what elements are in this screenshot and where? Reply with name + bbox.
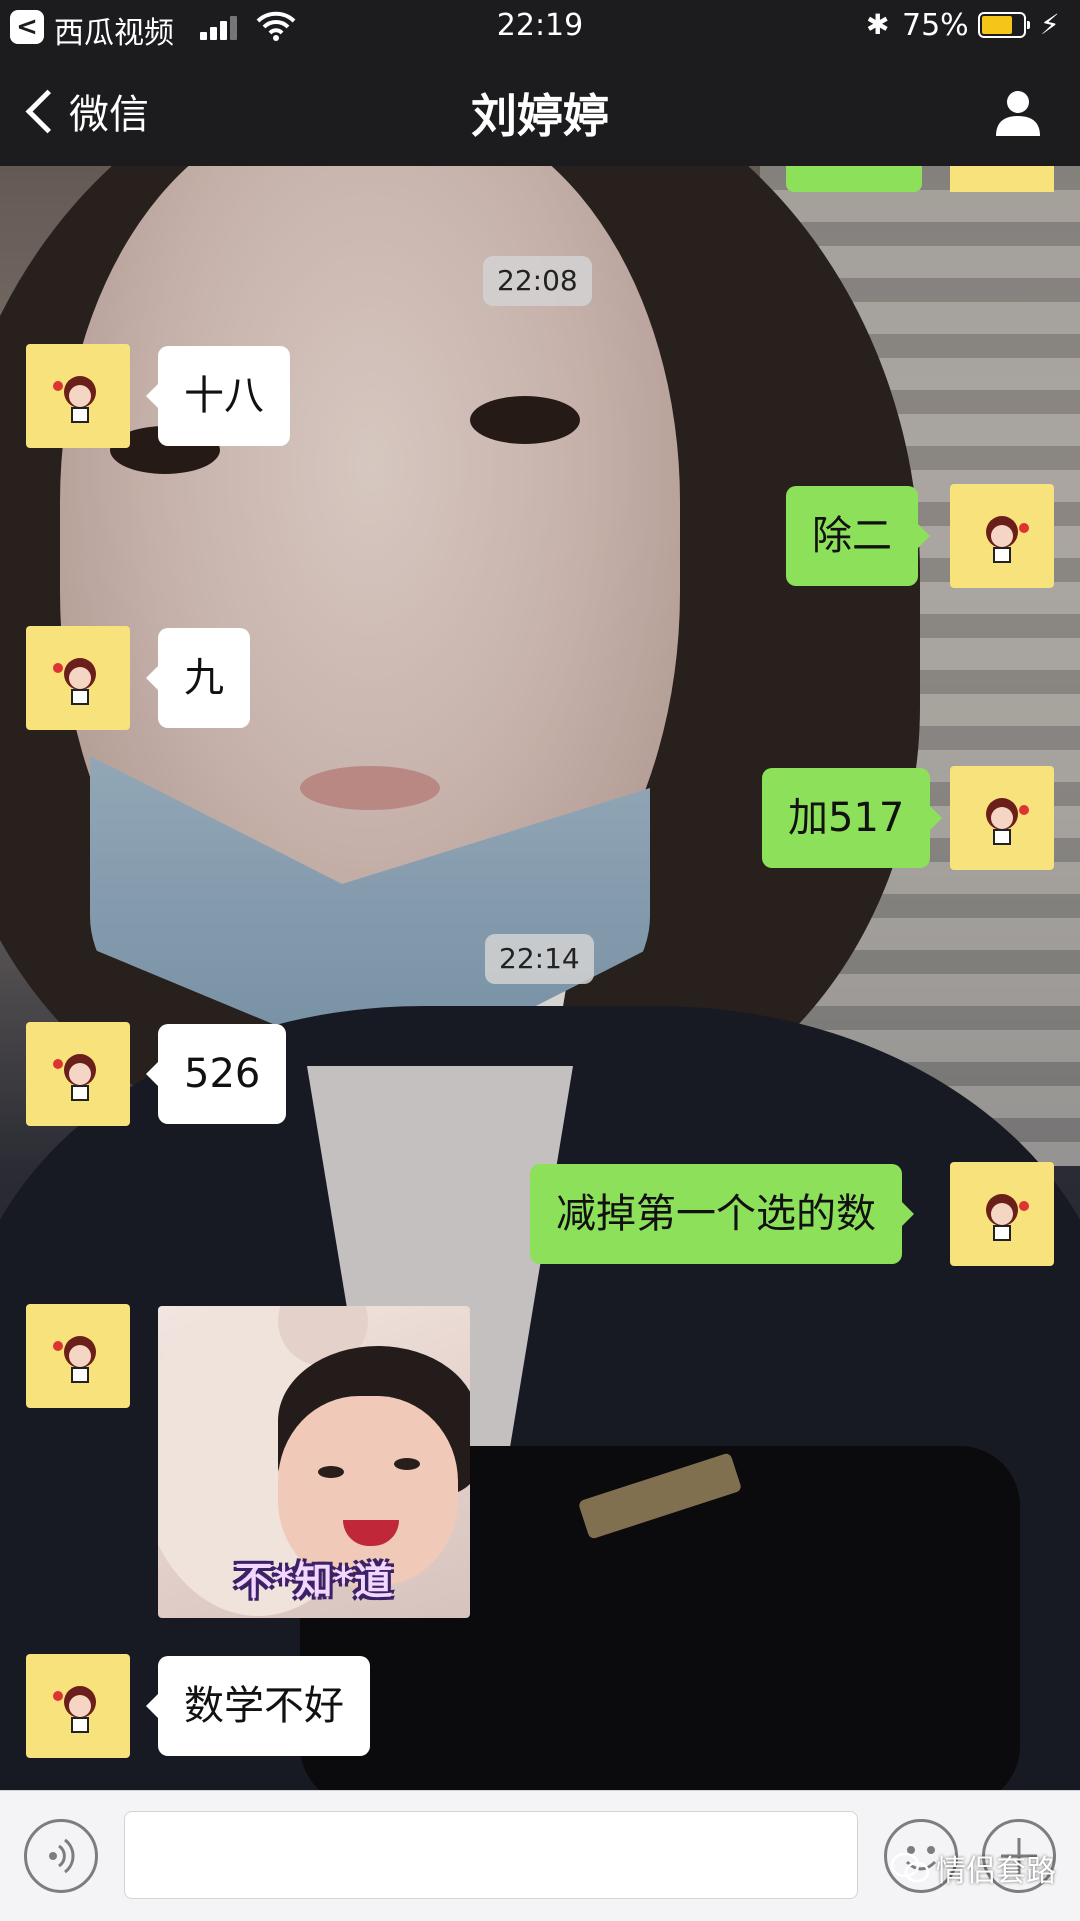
my-avatar[interactable]: [950, 766, 1054, 870]
previous-avatar[interactable]: [950, 166, 1054, 192]
contact-avatar[interactable]: [26, 1304, 130, 1408]
battery-icon: [978, 12, 1030, 38]
chat-header: 微信 刘婷婷: [0, 54, 1080, 166]
contact-avatar[interactable]: [26, 626, 130, 730]
contact-avatar[interactable]: [26, 344, 130, 448]
my-avatar[interactable]: [950, 1162, 1054, 1266]
wechat-logo-icon: [890, 1852, 930, 1883]
outgoing-message[interactable]: 加517: [762, 768, 943, 868]
message-timestamp: 22:08: [483, 256, 592, 306]
cartoon-girl-icon: [53, 1686, 96, 1733]
sticker-image[interactable]: 不*知*道: [158, 1306, 470, 1618]
incoming-message[interactable]: 526: [145, 1024, 287, 1124]
chat-title: 刘婷婷: [471, 89, 609, 143]
cartoon-boy-icon: [986, 1194, 1029, 1241]
outgoing-message[interactable]: 除二: [786, 486, 930, 586]
incoming-message[interactable]: 九: [146, 628, 250, 728]
contact-avatar[interactable]: [26, 1654, 130, 1758]
charging-icon: ⚡: [1040, 8, 1060, 41]
battery-level: [982, 16, 1012, 34]
bluetooth-icon: ✱: [866, 8, 890, 41]
outgoing-message[interactable]: 减掉第一个选的数: [530, 1164, 914, 1264]
message-input[interactable]: [124, 1811, 858, 1899]
cartoon-girl-icon: [53, 1336, 96, 1383]
incoming-message[interactable]: 数学不好: [146, 1656, 370, 1756]
battery-percent: 75%: [902, 8, 969, 43]
cartoon-boy-icon: [986, 516, 1029, 563]
incoming-message[interactable]: 十八: [146, 346, 290, 446]
my-avatar[interactable]: [950, 484, 1054, 588]
cartoon-boy-icon: [986, 798, 1029, 845]
contact-avatar[interactable]: [26, 1022, 130, 1126]
person-icon[interactable]: [992, 86, 1044, 138]
cartoon-girl-icon: [53, 376, 96, 423]
watermark-text: 情侣套路: [936, 1854, 1056, 1889]
message-timestamp: 22:14: [485, 934, 594, 984]
cartoon-girl-icon: [53, 658, 96, 705]
sticker-caption: 不*知*道: [234, 1559, 394, 1603]
previous-message-bubble[interactable]: [786, 166, 922, 192]
cartoon-girl-icon: [53, 1054, 96, 1101]
watermark: 情侣套路: [890, 1846, 1056, 1890]
status-bar: < 西瓜视频 22:19 ✱ 75% ⚡: [0, 0, 1080, 54]
voice-icon: [49, 1838, 75, 1874]
voice-button[interactable]: [24, 1819, 98, 1893]
